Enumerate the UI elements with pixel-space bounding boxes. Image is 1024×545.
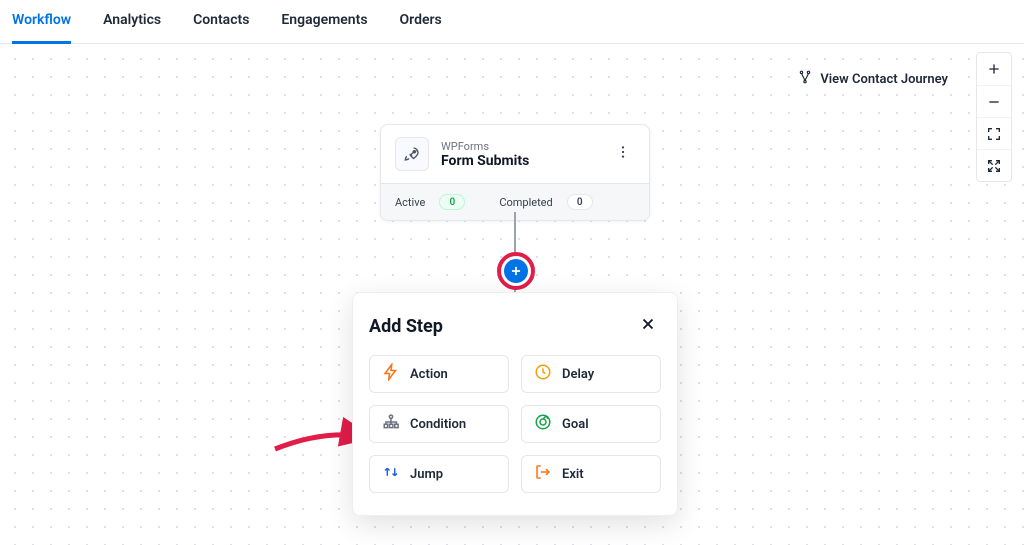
trigger-provider: WPForms: [441, 140, 599, 153]
fit-view-button[interactable]: [977, 149, 1011, 181]
clock-icon: [534, 363, 552, 385]
exit-icon: [534, 463, 552, 485]
journey-label: View Contact Journey: [820, 72, 948, 87]
expand-button[interactable]: [977, 117, 1011, 149]
step-label: Exit: [562, 467, 584, 482]
zoom-in-button[interactable]: [977, 53, 1011, 85]
zoom-out-button[interactable]: [977, 85, 1011, 117]
tab-orders[interactable]: Orders: [400, 0, 442, 44]
condition-icon: [382, 413, 400, 435]
step-option-action[interactable]: Action: [369, 355, 509, 393]
stat-completed-label: Completed: [499, 196, 552, 209]
popover-title: Add Step: [369, 316, 443, 337]
step-label: Jump: [410, 467, 443, 482]
step-option-goal[interactable]: Goal: [521, 405, 661, 443]
tab-contacts[interactable]: Contacts: [193, 0, 249, 44]
step-option-exit[interactable]: Exit: [521, 455, 661, 493]
add-step-button[interactable]: [504, 259, 528, 283]
close-button[interactable]: [635, 311, 661, 341]
trigger-title: Form Submits: [441, 153, 599, 169]
stat-completed-value: 0: [567, 194, 593, 210]
add-step-highlight: [497, 252, 535, 290]
add-step-popover: Add Step Action Delay: [352, 292, 678, 516]
zoom-toolbox: [976, 52, 1012, 182]
step-option-condition[interactable]: Condition: [369, 405, 509, 443]
tab-engagements[interactable]: Engagements: [281, 0, 367, 44]
step-label: Delay: [562, 367, 594, 382]
step-option-delay[interactable]: Delay: [521, 355, 661, 393]
trigger-head: WPForms Form Submits: [381, 125, 649, 183]
step-label: Condition: [410, 417, 466, 432]
step-label: Action: [410, 367, 448, 382]
view-contact-journey-button[interactable]: View Contact Journey: [792, 66, 954, 92]
journey-branch-icon: [798, 70, 812, 88]
stat-active-label: Active: [395, 196, 425, 209]
target-icon: [534, 413, 552, 435]
tab-analytics[interactable]: Analytics: [103, 0, 161, 44]
stat-active-value: 0: [439, 194, 465, 210]
trigger-node[interactable]: WPForms Form Submits Active 0 Completed …: [380, 124, 650, 221]
trigger-menu-button[interactable]: [611, 140, 635, 168]
workflow-canvas[interactable]: View Contact Journey: [0, 44, 1024, 545]
rocket-icon: [395, 137, 429, 171]
step-label: Goal: [562, 417, 589, 432]
tab-workflow[interactable]: Workflow: [12, 0, 71, 44]
jump-icon: [382, 463, 400, 485]
step-option-jump[interactable]: Jump: [369, 455, 509, 493]
nav-tabs: Workflow Analytics Contacts Engagements …: [0, 0, 1024, 44]
bolt-icon: [382, 363, 400, 385]
